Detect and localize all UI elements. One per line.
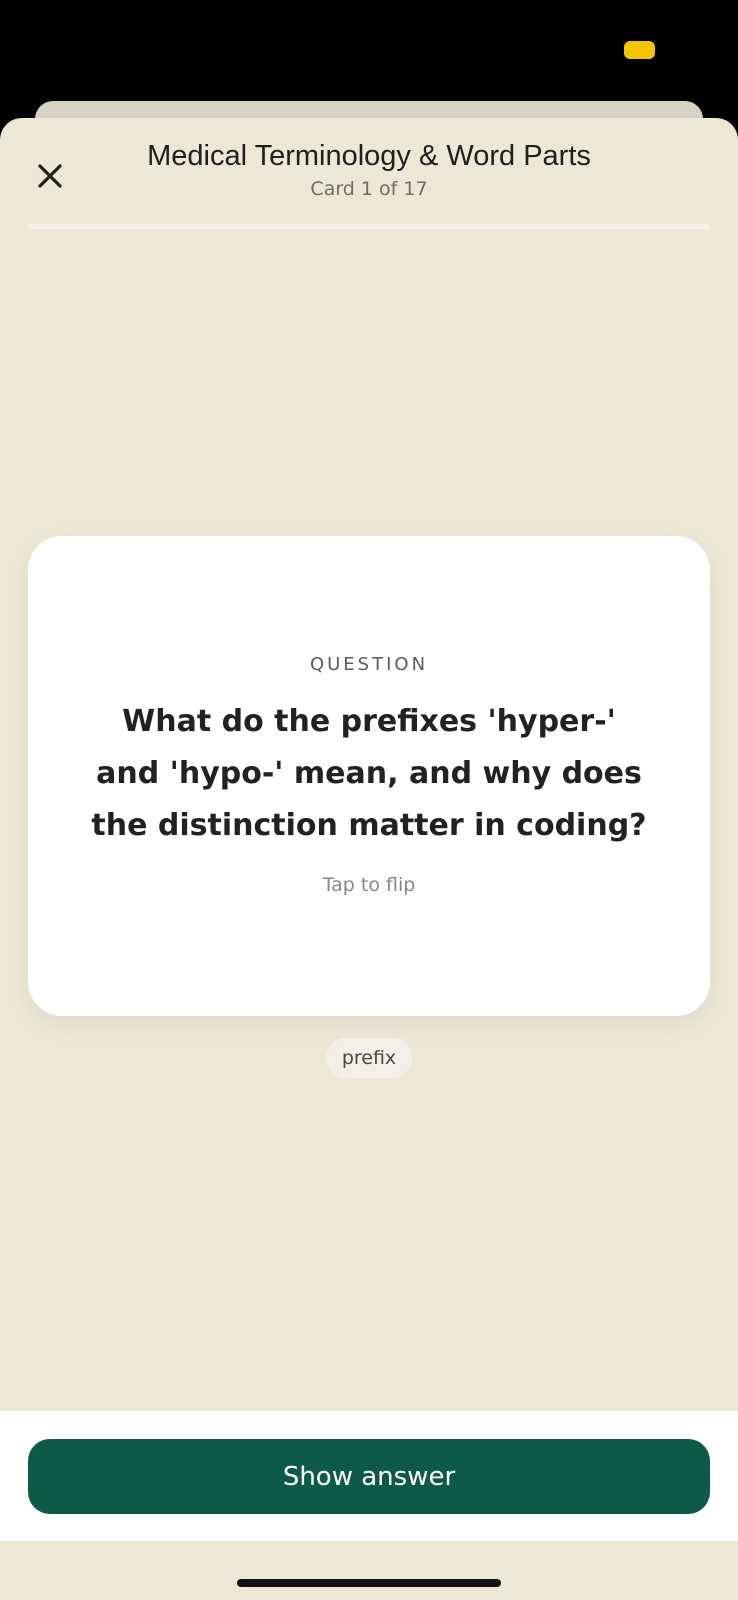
status-bar [0, 0, 738, 116]
bottom-action-bar: Show answer [0, 1411, 738, 1541]
flashcard[interactable]: QUESTION What do the prefixes 'hyper-' a… [28, 536, 710, 1016]
card-side-label: QUESTION [309, 654, 429, 675]
card-counter: Card 1 of 17 [310, 178, 428, 200]
close-button[interactable] [30, 158, 70, 198]
close-icon [37, 163, 63, 193]
deck-title: Medical Terminology & Word Parts [147, 140, 591, 172]
show-answer-button[interactable]: Show answer [28, 1439, 710, 1514]
home-indicator[interactable] [237, 1579, 501, 1587]
flashcard-sheet: Medical Terminology & Word Parts Card 1 … [0, 118, 738, 1600]
tap-to-flip-hint: Tap to flip [322, 874, 416, 896]
status-indicator-pill [624, 41, 655, 59]
progress-bar [28, 224, 710, 229]
card-question: What do the prefixes 'hyper-' and 'hypo-… [91, 704, 647, 843]
tag-chip: prefix [326, 1038, 412, 1078]
header-title-block: Medical Terminology & Word Parts Card 1 … [100, 138, 638, 202]
